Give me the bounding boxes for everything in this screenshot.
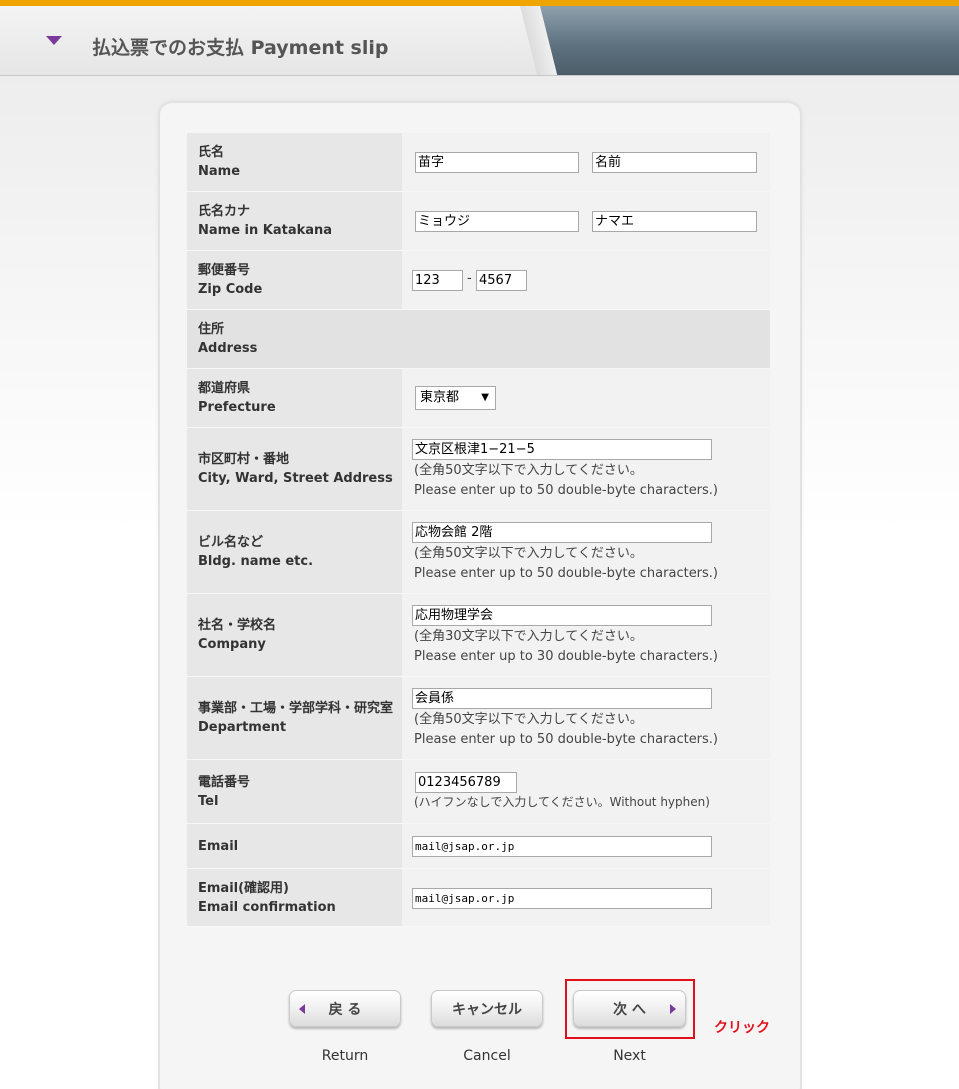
company-label: 社名・学校名 Company [187, 594, 402, 677]
email-label: Email [187, 824, 402, 869]
department-note-en: Please enter up to 50 double-byte charac… [414, 732, 719, 747]
next-caption: Next [613, 1048, 646, 1064]
cancel-caption: Cancel [463, 1048, 511, 1064]
row-email: Email mail@jsap.or.jp [187, 824, 770, 869]
bldg-note-en: Please enter up to 50 double-byte charac… [414, 566, 719, 581]
prefecture-label: 都道府県 Prefecture [187, 369, 402, 428]
arrow-left-icon [299, 1004, 305, 1014]
first-name-kana-input[interactable]: ナマエ [592, 211, 757, 232]
chevron-down-icon: ▼ [481, 392, 489, 403]
triangle-down-icon [46, 36, 62, 45]
city-input[interactable]: 文京区根津1−21−5 [412, 439, 712, 460]
name-label: 氏名 Name [187, 133, 402, 192]
department-label: 事業部・工場・学部学科・研究室 Department [187, 677, 402, 760]
bldg-label: ビル名など Bldg. name etc. [187, 511, 402, 594]
company-input[interactable]: 応用物理学会 [412, 605, 712, 626]
row-prefecture: 都道府県 Prefecture 東京都 ▼ [187, 369, 770, 428]
prefecture-select[interactable]: 東京都 ▼ [415, 386, 496, 410]
back-button[interactable]: 戻 る [289, 990, 401, 1027]
department-note-ja: (全角50文字以下で入力してください。 [414, 712, 643, 727]
city-note-ja: (全角50文字以下で入力してください。 [414, 463, 643, 478]
last-name-kana-input[interactable]: ミョウジ [415, 211, 579, 232]
tel-input[interactable]: 0123456789 [415, 772, 517, 793]
header-decoration [540, 6, 959, 75]
click-highlight-box [565, 979, 695, 1039]
row-name: 氏名 Name 苗字 名前 [187, 133, 770, 192]
tel-label: 電話番号 Tel [187, 760, 402, 824]
city-label: 市区町村・番地 City, Ward, Street Address [187, 428, 402, 511]
zip-code-part2-input[interactable]: 4567 [476, 270, 527, 291]
building-input[interactable]: 応物会館 2階 [412, 522, 712, 543]
address-label: 住所 Address [187, 310, 770, 369]
company-note-ja: (全角30文字以下で入力してください。 [414, 629, 643, 644]
first-name-input[interactable]: 名前 [592, 152, 757, 173]
zip-separator: - [467, 271, 472, 286]
company-note-en: Please enter up to 30 double-byte charac… [414, 649, 719, 664]
click-annotation: クリック [714, 1020, 770, 1036]
kana-label: 氏名カナ Name in Katakana [187, 192, 402, 251]
zip-label: 郵便番号 Zip Code [187, 251, 402, 310]
row-kana: 氏名カナ Name in Katakana ミョウジ ナマエ [187, 192, 770, 251]
city-note-en: Please enter up to 50 double-byte charac… [414, 483, 719, 498]
row-email-confirm: Email(確認用) Email confirmation mail@jsap.… [187, 869, 770, 927]
row-zip: 郵便番号 Zip Code 123 - 4567 [187, 251, 770, 310]
email-confirm-input[interactable]: mail@jsap.or.jp [412, 888, 712, 909]
page-title: 払込票でのお支払 Payment slip [92, 37, 389, 59]
cancel-button[interactable]: キャンセル [431, 990, 543, 1027]
back-caption: Return [321, 1048, 369, 1064]
email-confirm-label: Email(確認用) Email confirmation [187, 869, 402, 927]
department-input[interactable]: 会員係 [412, 688, 712, 709]
bldg-note-ja: (全角50文字以下で入力してください。 [414, 546, 643, 561]
tel-note: (ハイフンなしで入力してください。Without hyphen) [414, 795, 710, 809]
zip-code-part1-input[interactable]: 123 [412, 270, 463, 291]
last-name-input[interactable]: 苗字 [415, 152, 579, 173]
row-address-header: 住所 Address [187, 310, 770, 369]
email-input[interactable]: mail@jsap.or.jp [412, 836, 712, 857]
